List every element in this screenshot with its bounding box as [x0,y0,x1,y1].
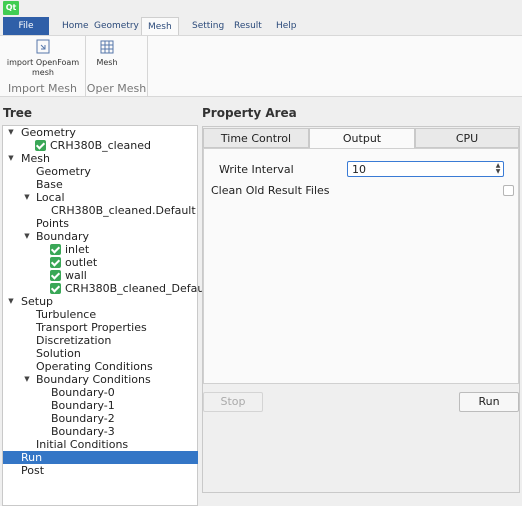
menu-bar: File Home Geometry Mesh Setting Result H… [0,17,522,35]
ribbon-group-import-mesh: import OpenFoam mesh Import Mesh [0,36,86,97]
tree-item-crh380b-cleaned[interactable]: CRH380B_cleaned [3,139,198,152]
tree-item-local[interactable]: ▼ Local [3,191,198,204]
tree-item-wall[interactable]: wall [3,269,198,282]
mesh-grid-icon [100,40,114,54]
run-button[interactable]: Run [459,392,519,412]
tree-item-solution[interactable]: Solution [3,347,198,360]
write-interval-value: 10 [352,163,366,176]
tree-item-initial-conditions[interactable]: Initial Conditions [3,438,198,451]
checked-checkbox-icon[interactable] [50,270,61,281]
expand-arrow-icon[interactable]: ▼ [23,191,31,204]
tree-item-points[interactable]: Points [3,217,198,230]
tree-item-transport-properties[interactable]: Transport Properties [3,321,198,334]
ribbon-group-oper-mesh: Mesh Oper Mesh [86,36,148,97]
menu-tab-result[interactable]: Result [228,17,268,35]
tree-view[interactable]: ▼ Geometry CRH380B_cleaned ▼ Mesh Geomet… [2,125,204,506]
output-tab-content: Write Interval 10 ▲ ▼ Clean Old Result Fi… [203,148,519,384]
spin-arrows-icon[interactable]: ▲ ▼ [494,163,502,175]
expand-arrow-icon[interactable]: ▼ [7,295,15,308]
import-mesh-icon [36,39,50,54]
stop-button[interactable]: Stop [203,392,263,412]
write-interval-spinbox[interactable]: 10 ▲ ▼ [347,161,504,177]
menu-tab-file[interactable]: File [3,17,49,35]
tree-item-boundary[interactable]: ▼ Boundary [3,230,198,243]
tree-item-setup[interactable]: ▼ Setup [3,295,198,308]
menu-tab-mesh[interactable]: Mesh [141,17,179,35]
menu-tab-geometry[interactable]: Geometry [88,17,145,35]
import-openfoam-mesh-button[interactable]: import OpenFoam mesh [2,38,84,78]
tree-item-operating-conditions[interactable]: Operating Conditions [3,360,198,373]
ribbon: import OpenFoam mesh Import Mesh Mesh Op… [0,35,522,97]
property-panel: Property Area Time Control Output CPU Wr… [202,106,522,506]
mesh-button-label: Mesh [96,58,118,67]
menu-tab-help[interactable]: Help [270,17,303,35]
tree-panel: Tree ▼ Geometry CRH380B_cleaned ▼ Mesh G… [0,106,204,506]
tree-item-base[interactable]: Base [3,178,198,191]
tree-item-discretization[interactable]: Discretization [3,334,198,347]
qt-logo: Qt [3,1,19,15]
expand-arrow-icon[interactable]: ▼ [7,126,15,139]
tree-item-post[interactable]: Post [3,464,198,477]
tree-item-outlet[interactable]: outlet [3,256,198,269]
tree-item-boundary-3[interactable]: Boundary-3 [3,425,198,438]
tree-item-inlet[interactable]: inlet [3,243,198,256]
title-bar: Qt [0,0,522,17]
checked-checkbox-icon[interactable] [50,257,61,268]
clean-old-result-files-label: Clean Old Result Files [211,184,330,197]
tree-item-local-default[interactable]: CRH380B_cleaned.Default [3,204,198,217]
tree-item-boundary-0[interactable]: Boundary-0 [3,386,198,399]
tree-item-boundary-conditions[interactable]: ▼ Boundary Conditions [3,373,198,386]
property-title: Property Area [202,106,297,120]
tab-output[interactable]: Output [309,128,415,149]
write-interval-label: Write Interval [219,163,294,176]
menu-tab-setting[interactable]: Setting [186,17,230,35]
tree-item-boundary-2[interactable]: Boundary-2 [3,412,198,425]
expand-arrow-icon[interactable]: ▼ [23,230,31,243]
tree-item-turbulence[interactable]: Turbulence [3,308,198,321]
tree-item-boundary-1[interactable]: Boundary-1 [3,399,198,412]
checked-checkbox-icon[interactable] [35,140,46,151]
mesh-button[interactable]: Mesh [92,38,122,68]
expand-arrow-icon[interactable]: ▼ [7,152,15,165]
tree-item-mesh-geometry[interactable]: Geometry [3,165,198,178]
expand-arrow-icon[interactable]: ▼ [23,373,31,386]
tab-time-control[interactable]: Time Control [203,128,309,148]
ribbon-group-title-oper-mesh: Oper Mesh [86,82,147,95]
checked-checkbox-icon[interactable] [50,244,61,255]
tree-item-geometry[interactable]: ▼ Geometry [3,126,198,139]
import-openfoam-label-line1: import OpenFoam [6,58,80,67]
checked-checkbox-icon[interactable] [50,283,61,294]
import-openfoam-label-line2: mesh [32,68,54,77]
tab-cpu[interactable]: CPU [415,128,519,148]
tree-item-run[interactable]: Run [3,451,198,464]
tree-title: Tree [3,106,33,120]
tree-item-crh380b-cleaned-default[interactable]: CRH380B_cleaned_Defau [3,282,204,295]
clean-old-result-files-checkbox[interactable] [503,185,514,196]
tree-item-mesh[interactable]: ▼ Mesh [3,152,198,165]
ribbon-group-title-import-mesh: Import Mesh [8,82,77,95]
